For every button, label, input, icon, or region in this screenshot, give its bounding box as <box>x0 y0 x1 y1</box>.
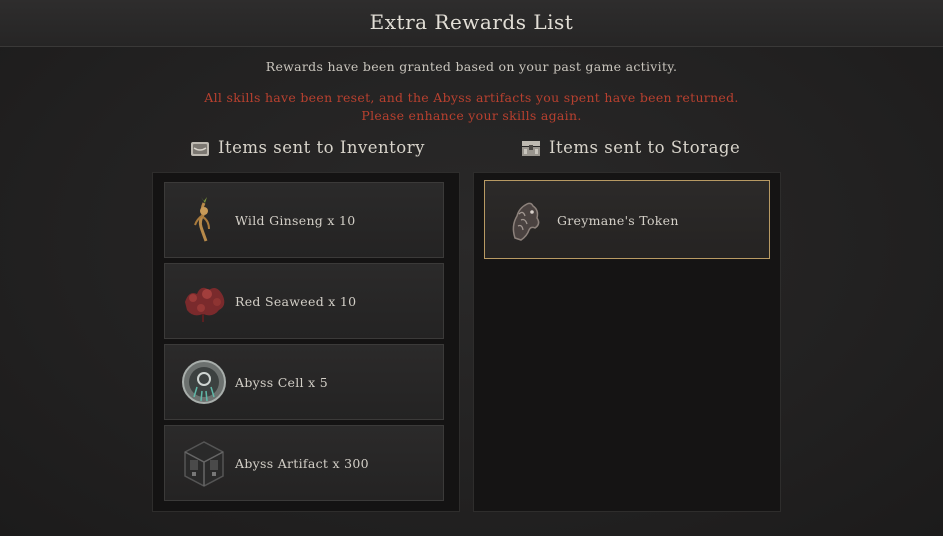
inventory-title-label: Items sent to Inventory <box>218 138 425 157</box>
abyss-cell-icon <box>179 357 229 407</box>
wild-ginseng-icon <box>179 195 229 245</box>
inventory-section-title: Items sent to Inventory <box>190 138 425 157</box>
list-item-wild-ginseng[interactable]: Wild Ginseng x 10 <box>164 182 444 258</box>
storage-section-title: Items sent to Storage <box>521 138 740 157</box>
red-seaweed-icon <box>179 276 229 326</box>
list-item-label: Abyss Cell x 5 <box>235 375 328 390</box>
storage-list[interactable]: Greymane's Token <box>473 172 781 512</box>
list-item-greymanes-token[interactable]: Greymane's Token <box>484 180 770 259</box>
horse-token-icon <box>505 198 545 242</box>
list-item-label: Wild Ginseng x 10 <box>235 213 356 228</box>
window-title: Extra Rewards List <box>369 10 574 34</box>
list-item-label: Red Seaweed x 10 <box>235 294 357 309</box>
inventory-list[interactable]: Wild Ginseng x 10 Red Seaweed x 10 Abyss… <box>152 172 460 512</box>
list-item-red-seaweed[interactable]: Red Seaweed x 10 <box>164 263 444 339</box>
bag-icon <box>190 139 210 157</box>
rewards-window: Extra Rewards List Rewards have been gra… <box>0 0 943 536</box>
warning-message-line2: Please enhance your skills again. <box>361 108 582 123</box>
info-message: Rewards have been granted based on your … <box>265 59 678 74</box>
storage-title-label: Items sent to Storage <box>549 138 741 157</box>
list-item-label: Abyss Artifact x 300 <box>235 456 369 471</box>
list-item-abyss-cell[interactable]: Abyss Cell x 5 <box>164 344 444 420</box>
list-item-label: Greymane's Token <box>557 213 679 228</box>
list-item-abyss-artifact[interactable]: Abyss Artifact x 300 <box>164 425 444 501</box>
storage-chest-icon <box>521 139 541 157</box>
abyss-artifact-icon <box>179 438 229 488</box>
title-bar: Extra Rewards List <box>0 0 943 47</box>
warning-message-line1: All skills have been reset, and the Abys… <box>204 90 739 105</box>
